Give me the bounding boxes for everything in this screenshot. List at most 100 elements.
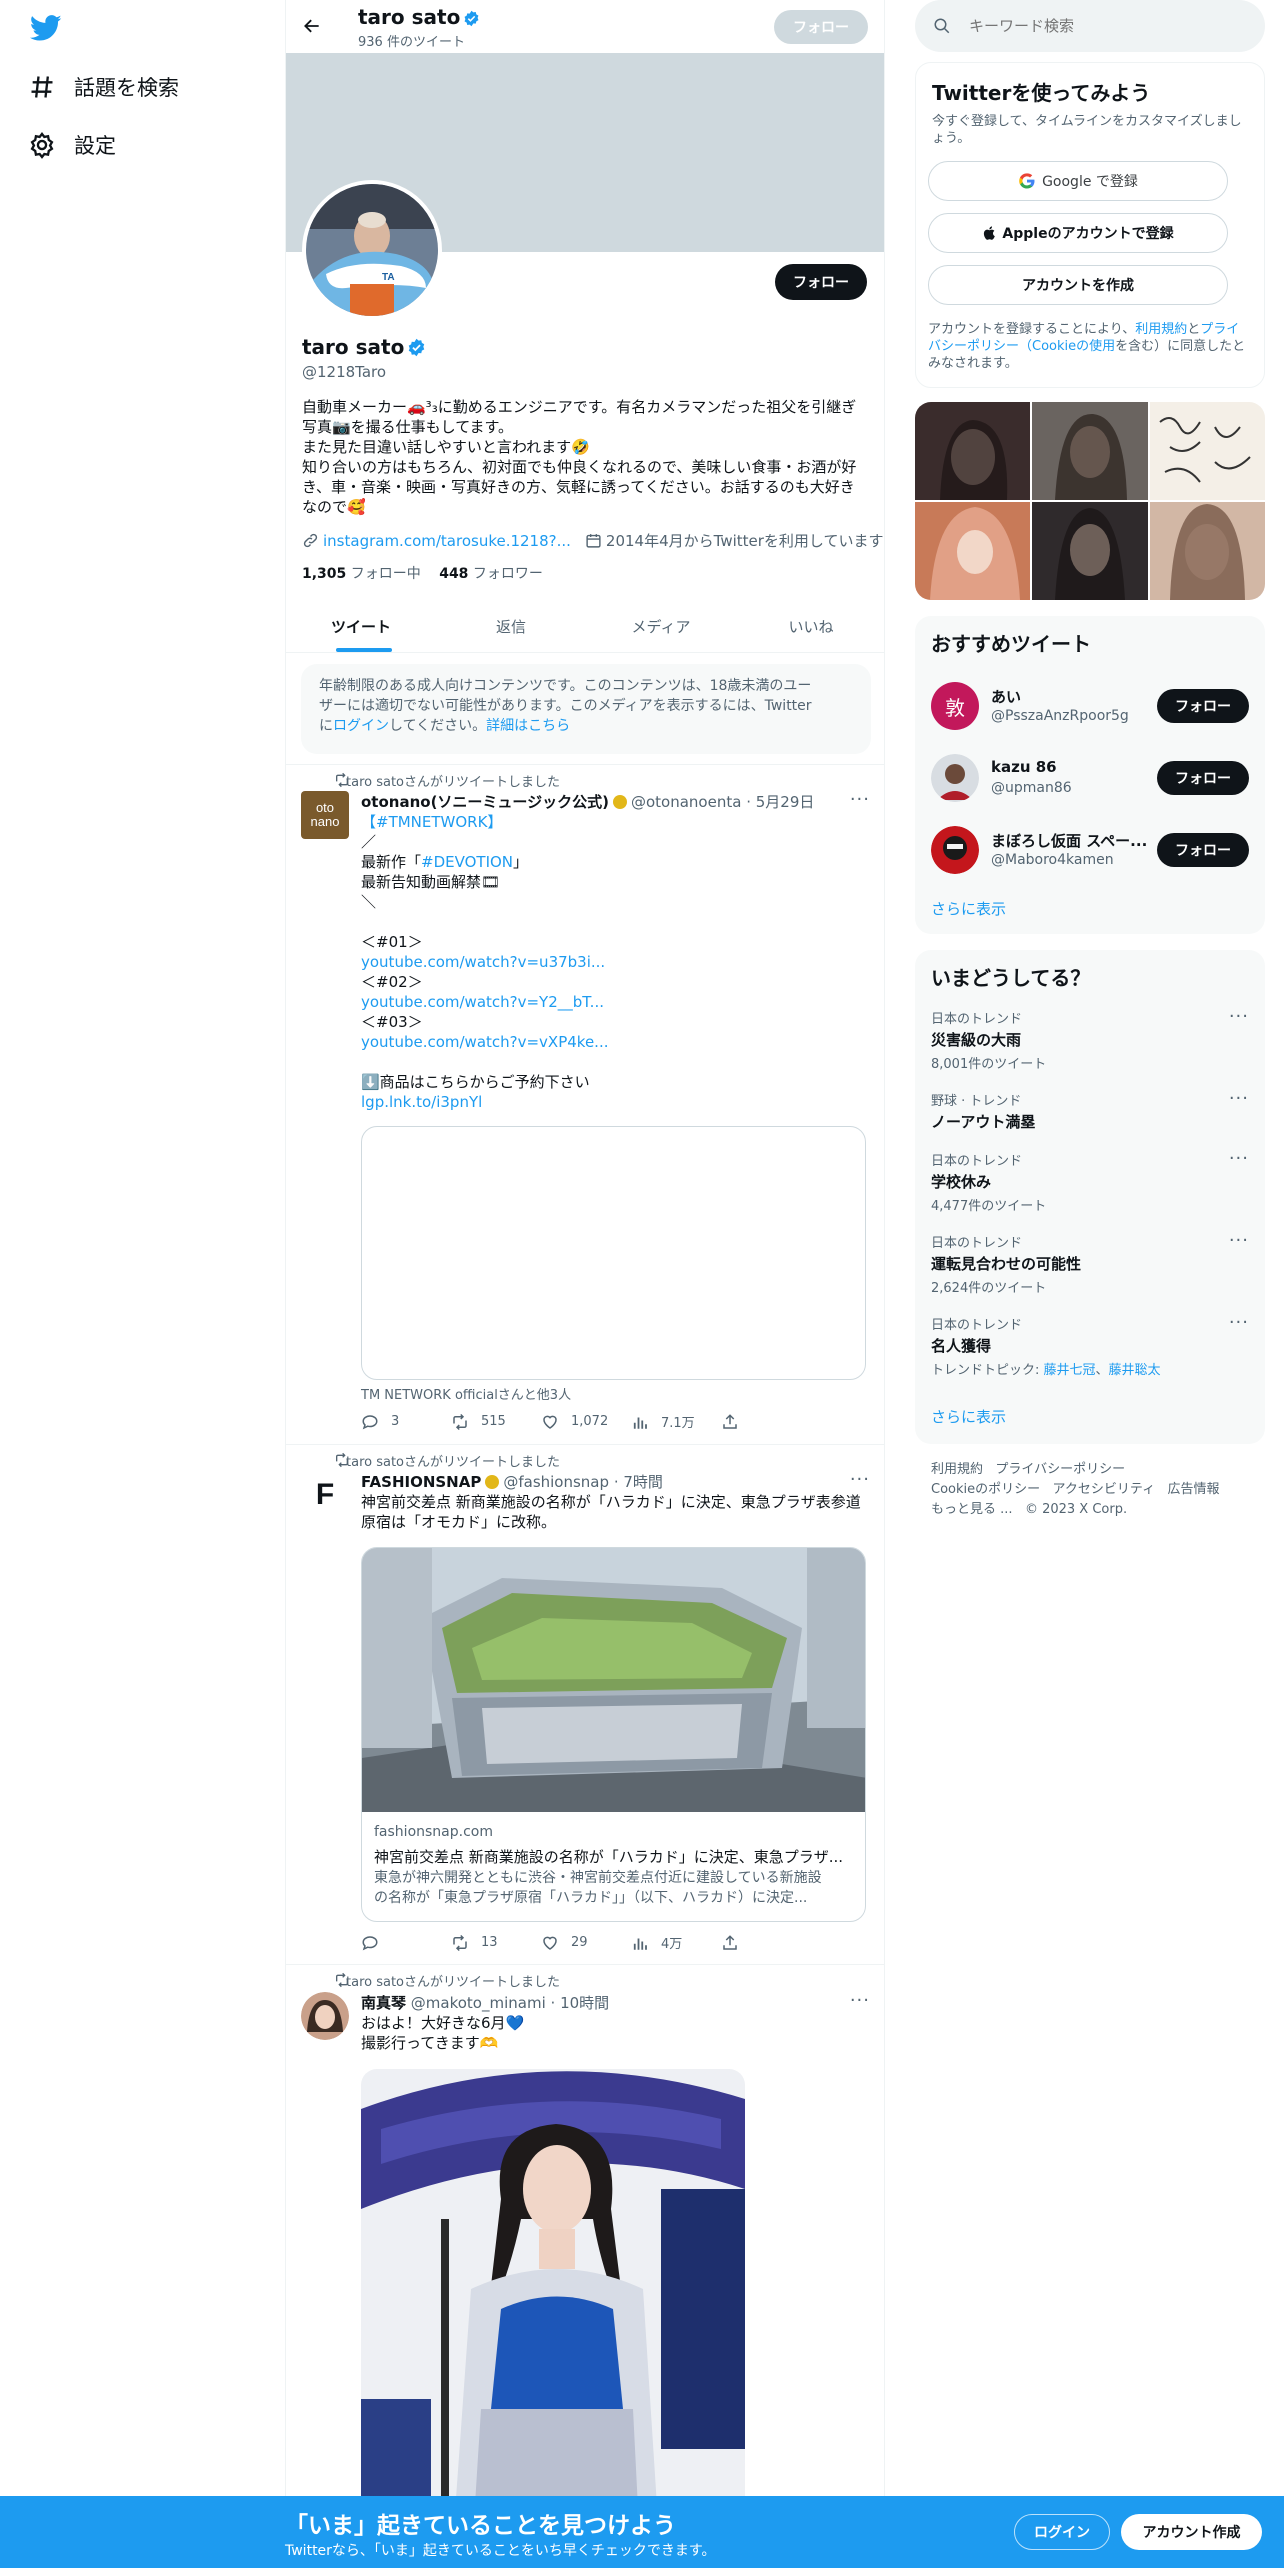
bottom-signup-button[interactable]: アカウント作成 xyxy=(1121,2514,1262,2550)
profile-avatar[interactable]: TA xyxy=(302,180,442,320)
trend-item[interactable]: 日本のトレンド 学校休み 4,477件のツイート xyxy=(931,1150,1251,1214)
recommended-user[interactable]: まぼろし仮面 スペー... @Maboro4kamen フォロー xyxy=(915,814,1265,886)
tweet-time[interactable]: · 10時間 xyxy=(551,1994,610,2012)
bottom-bar-subtitle: Twitterなら、「いま」起きていることをいち早くチェックできます。 xyxy=(285,2543,716,2559)
share-button[interactable] xyxy=(721,1934,811,1952)
show-more-link[interactable]: さらに表示 xyxy=(931,1406,1006,1427)
views-button[interactable]: 7.1万 xyxy=(631,1412,721,1431)
bio-line: 写真📷を撮る仕事もしてます。 xyxy=(302,418,513,436)
like-button[interactable]: 1,072 xyxy=(541,1413,631,1431)
more-icon[interactable]: ··· xyxy=(1229,1312,1249,1333)
tweet[interactable]: taro satoさんがリツイートしました F FASHIONSNAP @fash… xyxy=(286,1445,884,1965)
following-link[interactable]: 1,305 フォロー中 xyxy=(302,566,421,582)
trend-topic-sep: 、 xyxy=(1095,1363,1109,1378)
follow-button[interactable]: フォロー xyxy=(1157,761,1249,795)
footer-ads-link[interactable]: 広告情報 xyxy=(1168,1482,1220,1497)
tweet-author-handle[interactable]: @otonanoenta xyxy=(631,793,741,811)
tweet-author-name[interactable]: otonano(ソニーミュージック公式) xyxy=(361,793,609,811)
footer-row: 利用規約 プライバシーポリシー xyxy=(931,1460,1261,1480)
search-input[interactable] xyxy=(969,17,1239,35)
tweet-url[interactable]: youtube.com/watch?v=u37b3i... xyxy=(361,952,866,972)
tab-replies[interactable]: 返信 xyxy=(436,600,586,652)
show-more-link[interactable]: さらに表示 xyxy=(931,898,1006,919)
share-button[interactable] xyxy=(721,1413,811,1431)
trend-item[interactable]: 日本のトレンド 災害級の大雨 8,001件のツイート xyxy=(931,1008,1251,1072)
tweet-tagged-users[interactable]: TM NETWORK officialさんと他3人 xyxy=(361,1384,571,1403)
back-arrow-icon[interactable] xyxy=(302,16,322,36)
media-grid[interactable] xyxy=(915,402,1265,600)
hashtag-link[interactable]: #DEVOTION xyxy=(421,853,513,871)
trend-item[interactable]: 日本のトレンド 運転見合わせの可能性 2,624件のツイート xyxy=(931,1232,1251,1296)
footer-accessibility-link[interactable]: アクセシビリティ xyxy=(1053,1482,1156,1497)
reply-icon xyxy=(362,1414,378,1429)
tweet-url[interactable]: lgp.lnk.to/i3pnYl xyxy=(361,1092,866,1112)
google-signup-button[interactable]: Google で登録 xyxy=(928,161,1228,201)
footer-terms-link[interactable]: 利用規約 xyxy=(931,1462,983,1477)
tab-likes[interactable]: いいね xyxy=(736,600,884,652)
tweet-author-name[interactable]: 南真琴 xyxy=(361,1994,406,2012)
nav-settings[interactable]: 設定 xyxy=(28,125,116,165)
footer-cookie-link[interactable]: Cookieのポリシー xyxy=(931,1482,1040,1497)
views-button[interactable]: 4万 xyxy=(631,1933,721,1952)
more-icon[interactable]: ··· xyxy=(1229,1006,1249,1027)
search-bar[interactable] xyxy=(915,0,1265,52)
tweet-author-name[interactable]: FASHIONSNAP xyxy=(361,1473,481,1491)
tweet-actions: 3 515 1,072 7.1万 xyxy=(361,1412,811,1431)
trend-topic-link[interactable]: 藤井七冠 xyxy=(1044,1363,1096,1378)
reply-button[interactable] xyxy=(361,1934,451,1952)
more-icon[interactable]: ··· xyxy=(850,789,870,810)
more-icon[interactable]: ··· xyxy=(1229,1088,1249,1109)
bottom-login-button[interactable]: ログイン xyxy=(1014,2514,1110,2550)
tweet[interactable]: taro satoさんがリツイートしました 南真琴 @makoto_minami… xyxy=(286,1965,884,2568)
twitter-bird-icon[interactable] xyxy=(28,12,64,44)
notice-login-link[interactable]: ログイン xyxy=(333,718,389,734)
tab-tweets[interactable]: ツイート xyxy=(286,600,436,652)
retweet-icon xyxy=(453,1934,467,1951)
trend-item[interactable]: 野球 · トレンド ノーアウト満塁 xyxy=(931,1090,1251,1132)
retweet-button[interactable]: 515 xyxy=(451,1413,541,1431)
tweet-avatar[interactable]: F xyxy=(301,1471,349,1519)
footer-more-link[interactable]: もっと見る ... xyxy=(931,1502,1013,1517)
profile-website-link[interactable]: instagram.com/tarosuke.1218?... xyxy=(323,532,571,550)
apple-signup-button[interactable]: Appleのアカウントで登録 xyxy=(928,213,1228,253)
more-icon[interactable]: ··· xyxy=(1229,1230,1249,1251)
more-icon[interactable]: ··· xyxy=(1229,1148,1249,1169)
notice-details-link[interactable]: 詳細はこちら xyxy=(486,718,570,734)
follow-button[interactable]: フォロー xyxy=(1157,689,1249,723)
tweet-time[interactable]: · 5月29日 xyxy=(746,793,814,811)
terms-link[interactable]: 利用規約 xyxy=(1135,322,1187,337)
tweet-url[interactable]: youtube.com/watch?v=vXP4ke... xyxy=(361,1032,866,1052)
create-account-button[interactable]: アカウントを作成 xyxy=(928,265,1228,305)
follow-button[interactable]: フォロー xyxy=(1157,833,1249,867)
followers-link[interactable]: 448 フォロワー xyxy=(439,566,543,582)
tweet-url[interactable]: youtube.com/watch?v=Y2__bT... xyxy=(361,992,866,1012)
trend-topic-link[interactable]: 藤井聡太 xyxy=(1109,1363,1161,1378)
nav-explore[interactable]: 話題を検索 xyxy=(28,67,179,107)
footer-privacy-link[interactable]: プライバシーポリシー xyxy=(995,1462,1125,1477)
retweet-button[interactable]: 13 xyxy=(451,1934,541,1952)
more-icon[interactable]: ··· xyxy=(850,1990,870,2011)
tweet-avatar[interactable]: oto nano xyxy=(301,791,349,839)
tweet[interactable]: taro satoさんがリツイートしました oto nano otonano(ソニ… xyxy=(286,765,884,1445)
tweet-line: 神宮前交差点 新商業施設の名称が「ハラカド」に決定、東急プラザ表参道 xyxy=(361,1493,861,1511)
recommended-user[interactable]: 敦 あい @PsszaAnzRpoor5g フォロー xyxy=(915,670,1265,742)
link-card[interactable]: fashionsnap.com 神宮前交差点 新商業施設の名称が「ハラカド」に決… xyxy=(361,1547,866,1922)
tweet-author-handle[interactable]: @makoto_minami xyxy=(411,1994,546,2012)
reply-button[interactable]: 3 xyxy=(361,1413,451,1431)
profile-follow-button[interactable]: フォロー xyxy=(775,264,867,300)
tweet-avatar[interactable] xyxy=(301,1992,349,2040)
header-follow-button[interactable]: フォロー xyxy=(774,10,868,44)
trend-category: 野球 · トレンド xyxy=(931,1094,1022,1109)
hashtag-link[interactable]: 【#TMNETWORK】 xyxy=(361,812,866,832)
reply-count: 3 xyxy=(391,1414,400,1429)
more-icon[interactable]: ··· xyxy=(850,1469,870,1490)
trend-item[interactable]: 日本のトレンド 名人獲得 トレンドトピック: 藤井七冠、藤井聡太 xyxy=(931,1314,1251,1378)
like-button[interactable]: 29 xyxy=(541,1934,631,1952)
notice-line: 年齢制限のある成人向けコンテンツです。このコンテンツは、18歳未満のユー xyxy=(319,678,812,694)
tweet-photo[interactable] xyxy=(361,2069,745,2568)
recommended-user[interactable]: kazu 86 @upman86 フォロー xyxy=(915,742,1265,814)
tweet-author-handle[interactable]: @fashionsnap xyxy=(503,1473,609,1491)
tweet-time[interactable]: · 7時間 xyxy=(614,1473,663,1491)
tab-media[interactable]: メディア xyxy=(586,600,736,652)
tweet-media-placeholder[interactable] xyxy=(361,1126,866,1380)
